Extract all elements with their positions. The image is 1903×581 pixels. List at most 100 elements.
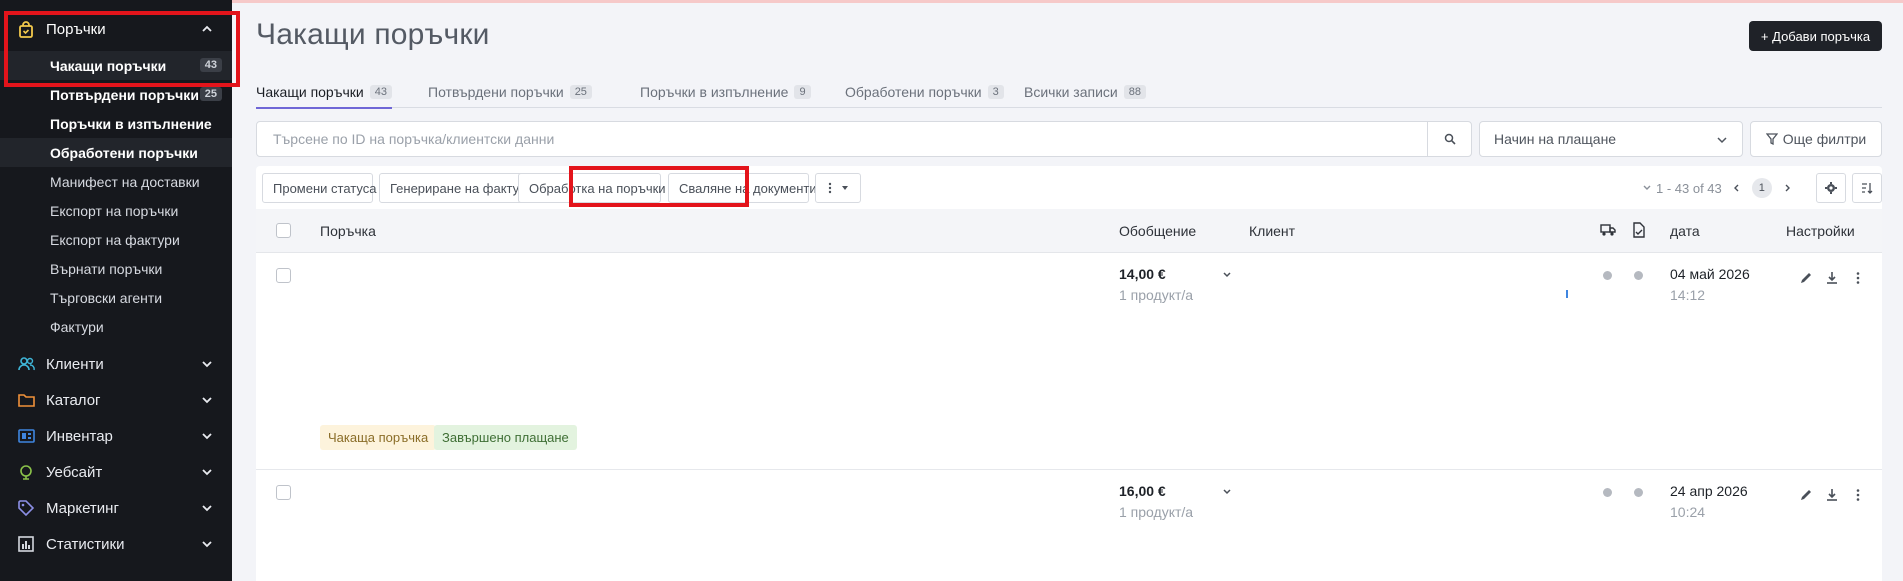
column-header-order[interactable]: Поръчка bbox=[320, 223, 376, 239]
chevron-left-icon[interactable] bbox=[1732, 183, 1742, 193]
sidebar-item-label: Експорт на фактури bbox=[50, 231, 180, 248]
download-documents-button[interactable]: Сваляне на документи bbox=[668, 173, 827, 203]
row-checkbox[interactable] bbox=[276, 485, 291, 500]
row-checkbox[interactable] bbox=[276, 268, 291, 283]
payment-badge: Завършено плащане bbox=[434, 425, 577, 450]
inventory-icon bbox=[16, 426, 36, 446]
order-tabs: Чакащи поръчки 43 Потвърдени поръчки 25 По… bbox=[256, 76, 1882, 109]
tab-orders-in-progress[interactable]: Поръчки в изпълнение 9 bbox=[640, 78, 811, 106]
edit-pencil-icon[interactable] bbox=[1799, 271, 1813, 285]
table-header: Поръчка Обобщение Клиент дата Настройки bbox=[256, 209, 1882, 253]
orders-card: Промени статуса Генериране на фактури Об… bbox=[256, 166, 1882, 581]
delivery-status-dot bbox=[1603, 488, 1612, 497]
column-header-client[interactable]: Клиент bbox=[1249, 223, 1295, 239]
vertical-dots-icon[interactable] bbox=[1851, 488, 1865, 502]
chevron-down-icon bbox=[202, 505, 212, 512]
column-header-summary[interactable]: Обобщение bbox=[1119, 223, 1196, 239]
sidebar-item-export-orders[interactable]: Експорт на поръчки bbox=[0, 196, 232, 225]
count-badge: 43 bbox=[369, 85, 392, 99]
sidebar-group-website[interactable]: Уебсайт bbox=[0, 454, 232, 490]
select-all-checkbox[interactable] bbox=[276, 223, 291, 238]
process-orders-button[interactable]: Обработка на поръчки bbox=[518, 173, 676, 203]
count-badge: 9 bbox=[794, 85, 811, 99]
vertical-dots-icon[interactable] bbox=[1851, 271, 1865, 285]
status-badge: Чакаща поръчка bbox=[320, 425, 437, 450]
shopping-bag-icon bbox=[16, 19, 36, 39]
pagination-range: 1 - 43 of 43 bbox=[1656, 180, 1722, 196]
order-time: 14:12 bbox=[1670, 287, 1706, 303]
pagination: 1 - 43 of 43 1 bbox=[1642, 178, 1792, 198]
sidebar-item-label: Обработени поръчки bbox=[50, 144, 198, 161]
settings-button[interactable] bbox=[1816, 173, 1846, 203]
count-badge: 88 bbox=[1123, 85, 1146, 99]
sidebar-group-label: Уебсайт bbox=[46, 463, 103, 481]
sidebar-item-confirmed-orders[interactable]: Потвърдени поръчки 25 bbox=[0, 80, 232, 109]
count-badge: 43 bbox=[199, 58, 222, 72]
sidebar-group-orders[interactable]: Поръчки bbox=[0, 0, 232, 58]
sidebar-group-statistics[interactable]: Статистики bbox=[0, 526, 232, 562]
sidebar-group-clients[interactable]: Клиенти bbox=[0, 346, 232, 382]
chevron-down-icon bbox=[202, 541, 212, 548]
sidebar-item-invoices[interactable]: Фактури bbox=[0, 312, 232, 341]
page-number[interactable]: 1 bbox=[1751, 178, 1772, 198]
search-box bbox=[256, 121, 1472, 157]
sidebar-group-catalog[interactable]: Каталог bbox=[0, 382, 232, 418]
tab-label: Обработени поръчки bbox=[845, 84, 982, 100]
sidebar-item-label: Търговски агенти bbox=[50, 289, 163, 306]
chevron-right-icon[interactable] bbox=[1782, 183, 1792, 193]
more-actions-button[interactable] bbox=[815, 173, 861, 203]
select-value: Начин на плащане bbox=[1494, 131, 1617, 147]
payment-method-select[interactable]: Начин на плащане bbox=[1479, 121, 1743, 157]
filter-icon bbox=[1765, 133, 1778, 145]
add-order-button[interactable]: + Добави поръчка bbox=[1749, 21, 1882, 51]
column-header-date[interactable]: дата bbox=[1670, 223, 1700, 239]
sidebar-group-marketing[interactable]: Маркетинг bbox=[0, 490, 232, 526]
tag-icon bbox=[16, 498, 36, 518]
sidebar-item-export-invoices[interactable]: Експорт на фактури bbox=[0, 225, 232, 254]
chevron-down-icon[interactable] bbox=[1222, 270, 1232, 280]
chevron-down-icon[interactable] bbox=[1642, 183, 1652, 193]
document-status-dot bbox=[1634, 271, 1643, 280]
download-icon[interactable] bbox=[1825, 271, 1839, 285]
more-filters-button[interactable]: Още филтри bbox=[1750, 121, 1882, 157]
tab-label: Чакащи поръчки bbox=[256, 84, 364, 100]
sidebar-group-label: Клиенти bbox=[46, 355, 104, 373]
sidebar-group-inventory[interactable]: Инвентар bbox=[0, 418, 232, 454]
chart-icon bbox=[16, 534, 36, 554]
sidebar-item-label: Потвърдени поръчки bbox=[50, 86, 199, 103]
sidebar-group-label: Маркетинг bbox=[46, 499, 119, 517]
button-label: Промени статуса bbox=[273, 180, 377, 196]
sidebar-group-label: Статистики bbox=[46, 535, 125, 553]
change-status-button[interactable]: Промени статуса bbox=[262, 173, 387, 203]
search-input[interactable] bbox=[257, 122, 1407, 156]
sidebar-item-sales-agents[interactable]: Търговски агенти bbox=[0, 283, 232, 312]
search-button[interactable] bbox=[1427, 122, 1471, 156]
tab-confirmed-orders[interactable]: Потвърдени поръчки 25 bbox=[428, 78, 592, 106]
users-icon bbox=[16, 354, 36, 374]
sidebar-item-delivery-manifest[interactable]: Манифест на доставки bbox=[0, 167, 232, 196]
vertical-dots-icon bbox=[828, 182, 832, 194]
product-count: 1 продукт/а bbox=[1119, 287, 1194, 303]
chevron-down-icon[interactable] bbox=[1222, 487, 1232, 497]
sidebar-item-pending-orders[interactable]: Чакащи поръчки 43 bbox=[0, 51, 232, 80]
button-label: Сваляне на документи bbox=[679, 180, 817, 196]
sidebar-item-processed-orders[interactable]: Обработени поръчки bbox=[0, 138, 232, 167]
table-row[interactable]: 16,00 € 1 продукт/а 24 апр 2026 10:24 bbox=[256, 471, 1882, 581]
document-status-dot bbox=[1634, 488, 1643, 497]
sort-button[interactable] bbox=[1852, 173, 1882, 203]
tab-processed-orders[interactable]: Обработени поръчки 3 bbox=[845, 78, 1004, 106]
download-icon[interactable] bbox=[1825, 488, 1839, 502]
sidebar-item-label: Поръчки в изпълнение bbox=[50, 115, 212, 132]
edit-pencil-icon[interactable] bbox=[1799, 488, 1813, 502]
sidebar-item-orders-in-progress[interactable]: Поръчки в изпълнение bbox=[0, 109, 232, 138]
count-badge: 3 bbox=[987, 85, 1004, 99]
product-count: 1 продукт/а bbox=[1119, 504, 1194, 520]
tab-all-records[interactable]: Всички записи 88 bbox=[1024, 78, 1146, 106]
folder-icon bbox=[16, 390, 36, 410]
sidebar-item-label: Чакащи поръчки bbox=[50, 57, 167, 74]
table-row[interactable]: 14,00 € 1 продукт/а 04 май 2026 14:12 Ча… bbox=[256, 254, 1882, 470]
chevron-down-icon bbox=[202, 433, 212, 440]
tab-label: Всички записи bbox=[1024, 84, 1118, 100]
sidebar-item-returned-orders[interactable]: Върнати поръчки bbox=[0, 254, 232, 283]
tab-pending-orders[interactable]: Чакащи поръчки 43 bbox=[256, 78, 392, 109]
